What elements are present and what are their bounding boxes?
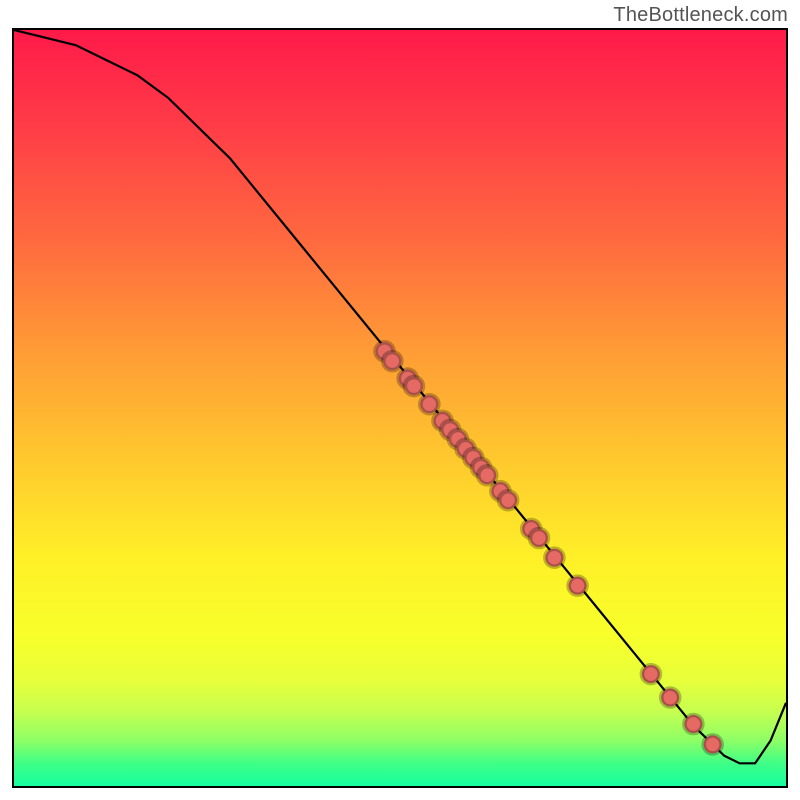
chart-dot (661, 689, 679, 707)
chart-curve (14, 30, 786, 763)
chart-dot (530, 529, 548, 547)
chart-dot (499, 491, 517, 509)
chart-dot (420, 395, 438, 413)
chart-dot (478, 466, 496, 484)
chart-dot (684, 715, 702, 733)
chart-overlay (14, 30, 786, 786)
chart-dot (704, 735, 722, 753)
chart-area (12, 28, 788, 788)
chart-dot (383, 352, 401, 370)
chart-dot (545, 549, 563, 567)
chart-dot (405, 377, 423, 395)
attribution-label: TheBottleneck.com (613, 4, 788, 27)
chart-dot (642, 665, 660, 683)
chart-dot (569, 577, 587, 595)
